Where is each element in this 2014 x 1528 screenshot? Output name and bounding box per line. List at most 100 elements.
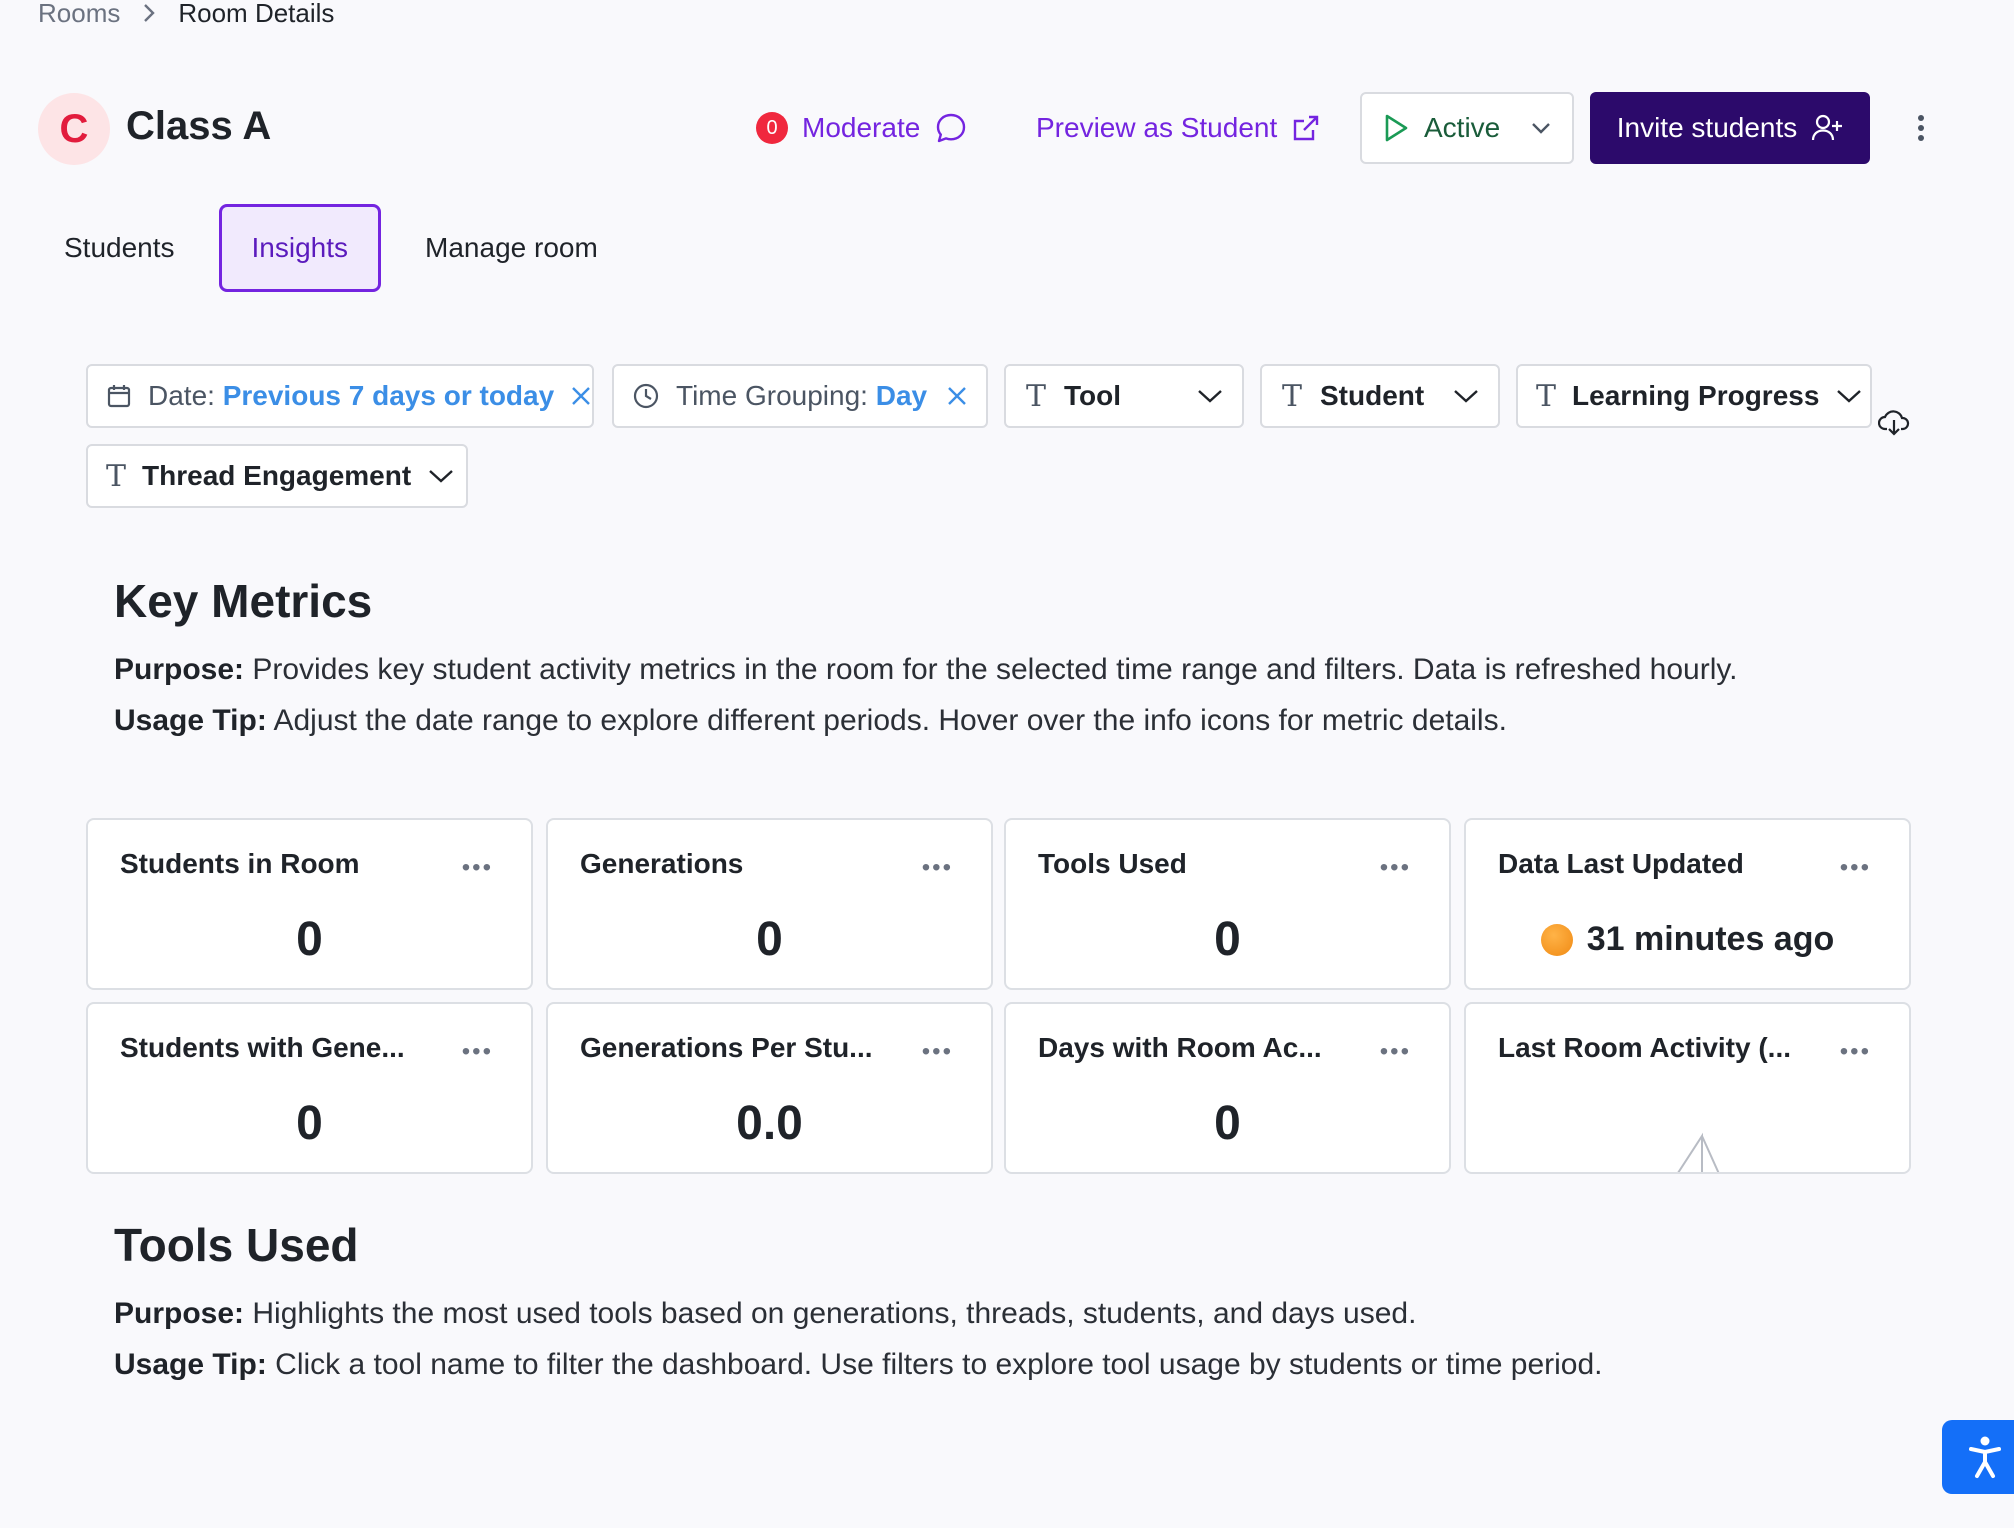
moderate-count-badge: 0 [756,112,788,144]
ellipsis-icon[interactable]: ••• [462,854,493,882]
breadcrumb-rooms-link[interactable]: Rooms [38,0,120,29]
key-metrics-title: Key Metrics [114,575,373,627]
chevron-right-icon [142,2,156,24]
metric-title: Tools Used [1038,848,1187,879]
text-field-icon: T [1281,378,1302,414]
invite-label: Invite students [1616,112,1798,143]
date-filter-value: Previous 7 days or today [222,380,555,411]
metric-title: Data Last Updated [1498,848,1744,879]
room-status-select[interactable]: Active [1360,92,1574,164]
student-filter[interactable]: T Student [1260,364,1500,428]
tools-used-description: Purpose: Highlights the most used tools … [114,1288,1603,1390]
moderate-label: Moderate [802,112,921,143]
room-tabs: Students Insights Manage room [44,204,618,292]
date-filter-key: Date: [148,380,215,411]
chevron-down-icon [1452,388,1480,404]
metric-title: Last Room Activity (... [1498,1032,1792,1063]
invite-students-button[interactable]: Invite students [1590,92,1870,164]
chat-bubble-icon [934,111,968,145]
room-title: Class A [126,104,272,148]
ellipsis-icon[interactable]: ••• [1380,854,1411,882]
tools-used-purpose: Purpose: Highlights the most used tools … [114,1288,1603,1339]
ellipsis-icon[interactable]: ••• [922,1038,953,1066]
metric-card-last-room-activity: Last Room Activity (... ••• [1464,1002,1911,1174]
room-avatar: C [38,93,110,165]
metric-value: 0 [756,913,783,966]
tab-students[interactable]: Students [44,204,195,292]
tool-filter-label: Tool [1064,380,1122,411]
tab-manage-room[interactable]: Manage room [405,204,618,292]
metric-value: 0 [296,913,323,966]
play-icon [1382,113,1410,143]
breadcrumb-current: Room Details [178,0,335,28]
metric-value: 0 [296,1097,323,1150]
metric-card-generations: Generations ••• 0 [546,818,993,990]
chevron-down-icon [1530,121,1552,135]
text-field-icon: T [1536,378,1557,414]
metric-value: 31 minutes ago [1586,920,1835,958]
time-grouping-text: Time Grouping: Day [676,380,930,412]
tab-insights[interactable]: Insights [218,204,382,292]
metric-title: Generations Per Stu... [580,1032,873,1063]
calendar-icon [106,383,132,409]
metric-title: Days with Room Ac... [1038,1032,1322,1063]
ellipsis-icon[interactable]: ••• [462,1038,493,1066]
chevron-down-icon [1196,388,1224,404]
time-grouping-key: Time Grouping: [676,380,868,411]
date-filter[interactable]: Date: Previous 7 days or today [86,364,594,428]
loading-spinner-icon [1672,1132,1724,1172]
metric-title: Students in Room [120,848,360,879]
kebab-menu-icon[interactable] [1906,112,1936,144]
purpose-text: Provides key student activity metrics in… [244,653,1738,686]
metric-value: 0.0 [736,1097,803,1150]
date-filter-text: Date: Previous 7 days or today [148,380,554,412]
text-field-icon: T [106,458,127,494]
status-value: Active [1424,112,1501,143]
student-filter-label: Student [1320,380,1425,411]
ellipsis-icon[interactable]: ••• [1840,1038,1871,1066]
tools-used-tip: Usage Tip: Click a tool name to filter t… [114,1339,1603,1390]
metric-card-days-with-room-activity: Days with Room Ac... ••• 0 [1004,1002,1451,1174]
clock-icon [632,382,660,410]
tip-label: Usage Tip: [114,1348,267,1381]
preview-label: Preview as Student [1036,112,1278,143]
thread-engagement-label: Thread Engagement [142,460,412,491]
add-user-icon [1811,113,1843,143]
thread-engagement-filter[interactable]: T Thread Engagement [86,444,468,508]
metric-card-students-in-room: Students in Room ••• 0 [86,818,533,990]
purpose-label: Purpose: [114,653,245,686]
chevron-down-icon [1835,388,1863,404]
cloud-download-icon[interactable] [1878,408,1910,436]
metric-value: 0 [1214,1097,1241,1150]
preview-as-student-link[interactable]: Preview as Student [1036,107,1321,149]
purpose-text: Highlights the most used tools based on … [244,1297,1417,1330]
purpose-label: Purpose: [114,1297,245,1330]
breadcrumb: Rooms Room Details [38,0,335,29]
learning-progress-label: Learning Progress [1572,380,1820,411]
chevron-down-icon [427,468,455,484]
time-grouping-filter[interactable]: Time Grouping: Day [612,364,988,428]
tool-filter[interactable]: T Tool [1004,364,1244,428]
close-icon[interactable] [946,385,968,407]
external-link-icon [1291,113,1321,143]
tip-text: Click a tool name to filter the dashboar… [266,1348,1603,1381]
metric-title: Generations [580,848,744,879]
metric-value: 0 [1214,913,1241,966]
metric-card-generations-per-student: Generations Per Stu... ••• 0.0 [546,1002,993,1174]
ellipsis-icon[interactable]: ••• [1380,1038,1411,1066]
ellipsis-icon[interactable]: ••• [922,854,953,882]
time-grouping-value: Day [875,380,928,411]
ellipsis-icon[interactable]: ••• [1840,854,1871,882]
text-field-icon: T [1025,378,1046,414]
accessibility-button[interactable] [1942,1420,2014,1494]
status-dot-icon [1540,923,1573,956]
tools-used-title: Tools Used [114,1219,359,1271]
metric-card-students-with-generations: Students with Gene... ••• 0 [86,1002,533,1174]
key-metrics-description: Purpose: Provides key student activity m… [114,644,1737,746]
moderate-button[interactable]: 0 Moderate [756,107,968,149]
learning-progress-filter[interactable]: T Learning Progress [1516,364,1872,428]
metric-card-tools-used: Tools Used ••• 0 [1004,818,1451,990]
close-icon[interactable] [570,385,592,407]
tip-label: Usage Tip: [114,704,267,737]
metric-value-row: 31 minutes ago [1466,920,1909,959]
